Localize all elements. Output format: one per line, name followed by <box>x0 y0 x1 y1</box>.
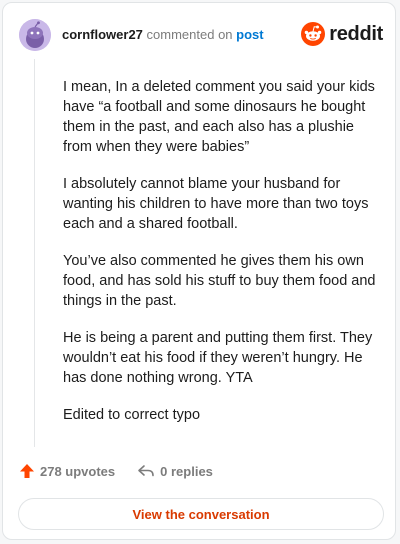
username-link[interactable]: cornflower27 <box>62 27 143 42</box>
reply-arrow-icon <box>138 465 154 477</box>
comment-paragraph: I mean, In a deleted comment you said yo… <box>63 79 375 155</box>
comment-paragraph: Edited to correct typo <box>63 407 201 423</box>
replies[interactable]: 0 replies <box>137 463 213 479</box>
upvote-arrow-icon <box>20 464 34 478</box>
upvote-count: 278 upvotes <box>40 463 116 479</box>
comment-body: I mean, In a deleted comment you said yo… <box>63 77 383 442</box>
snoo-avatar-icon <box>19 19 51 51</box>
user-avatar[interactable] <box>19 19 51 51</box>
post-link[interactable]: post <box>236 27 263 42</box>
comment-card: cornflower27 commented on post reddit I … <box>2 2 396 540</box>
comment-paragraph: I absolutely cannot blame your husband f… <box>63 176 369 232</box>
comment-paragraph: He is being a parent and putting them fi… <box>63 330 373 386</box>
action-text: commented on <box>146 27 233 42</box>
comment-paragraph: You’ve also commented he gives them his … <box>63 253 376 309</box>
reddit-wordmark: reddit <box>329 22 383 45</box>
comment-header: cornflower27 commented on post <box>62 27 264 43</box>
reddit-snoo-icon <box>301 22 326 46</box>
reply-count: 0 replies <box>160 463 213 479</box>
comment-footer: 278 upvotes 0 replies <box>19 463 235 479</box>
reddit-logo[interactable]: reddit <box>301 22 383 46</box>
thread-line <box>34 59 35 447</box>
view-conversation-button[interactable]: View the conversation <box>18 498 384 530</box>
upvotes[interactable]: 278 upvotes <box>19 463 115 479</box>
